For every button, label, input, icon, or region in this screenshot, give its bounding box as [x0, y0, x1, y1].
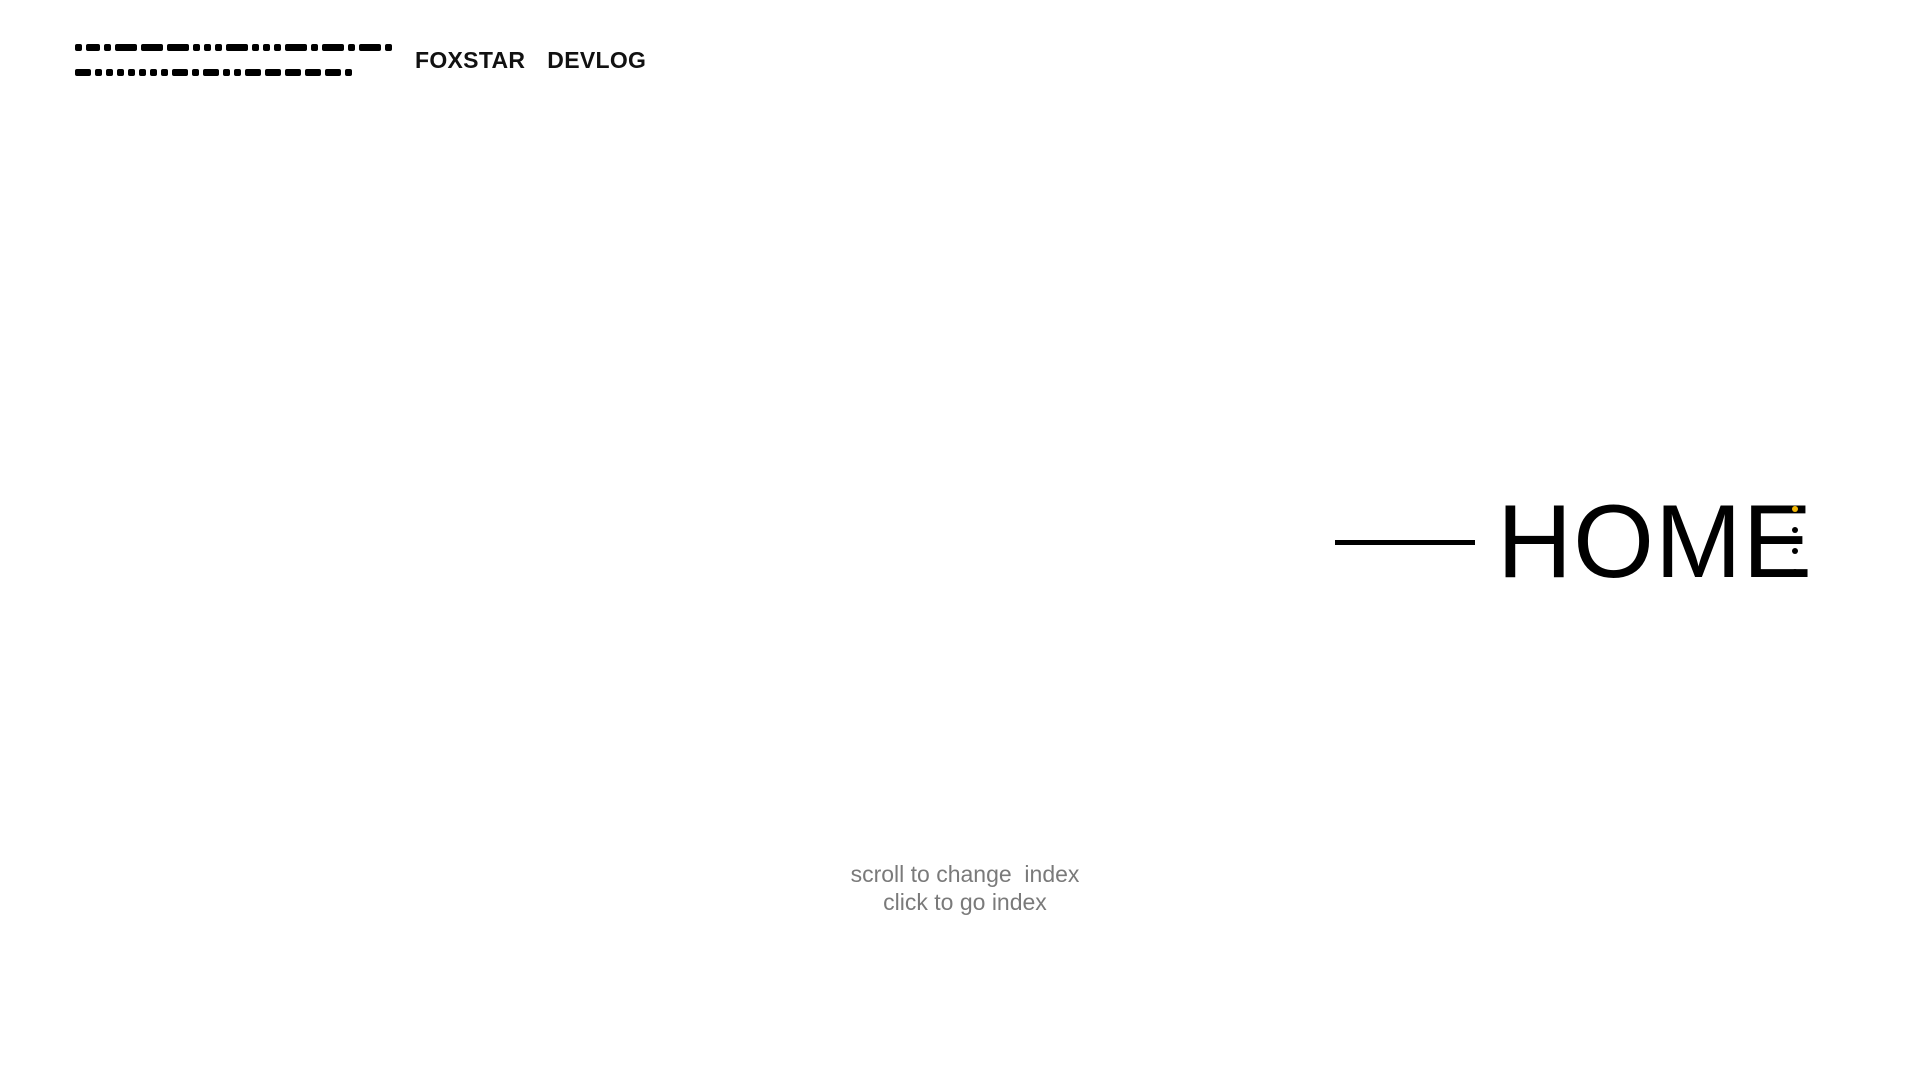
morse-row-bottom — [75, 69, 405, 76]
navigation-hint: scroll to change index click to go index — [0, 860, 1920, 916]
index-dot-3[interactable] — [1792, 548, 1798, 554]
current-index-nav[interactable]: HOME — [1335, 490, 1813, 594]
index-indicator-line — [1335, 539, 1475, 545]
index-dots — [1792, 506, 1798, 575]
index-dot-4[interactable] — [1792, 569, 1798, 575]
page: FOXSTAR DEVLOG HOME scroll to change ind… — [0, 0, 1920, 1080]
brand-devlog-link[interactable]: DEVLOG — [547, 47, 646, 74]
current-index-title[interactable]: HOME — [1497, 490, 1813, 594]
index-dot-1[interactable] — [1792, 506, 1798, 512]
brand: FOXSTAR DEVLOG — [415, 47, 646, 74]
index-dot-2[interactable] — [1792, 527, 1798, 533]
hint-scroll: scroll to change index — [850, 861, 1080, 887]
morse-code-logo-icon[interactable] — [75, 44, 405, 76]
morse-row-top — [75, 44, 405, 51]
hint-click: click to go index — [883, 889, 1047, 915]
brand-foxstar-link[interactable]: FOXSTAR — [415, 47, 525, 74]
site-header: FOXSTAR DEVLOG — [75, 44, 646, 76]
